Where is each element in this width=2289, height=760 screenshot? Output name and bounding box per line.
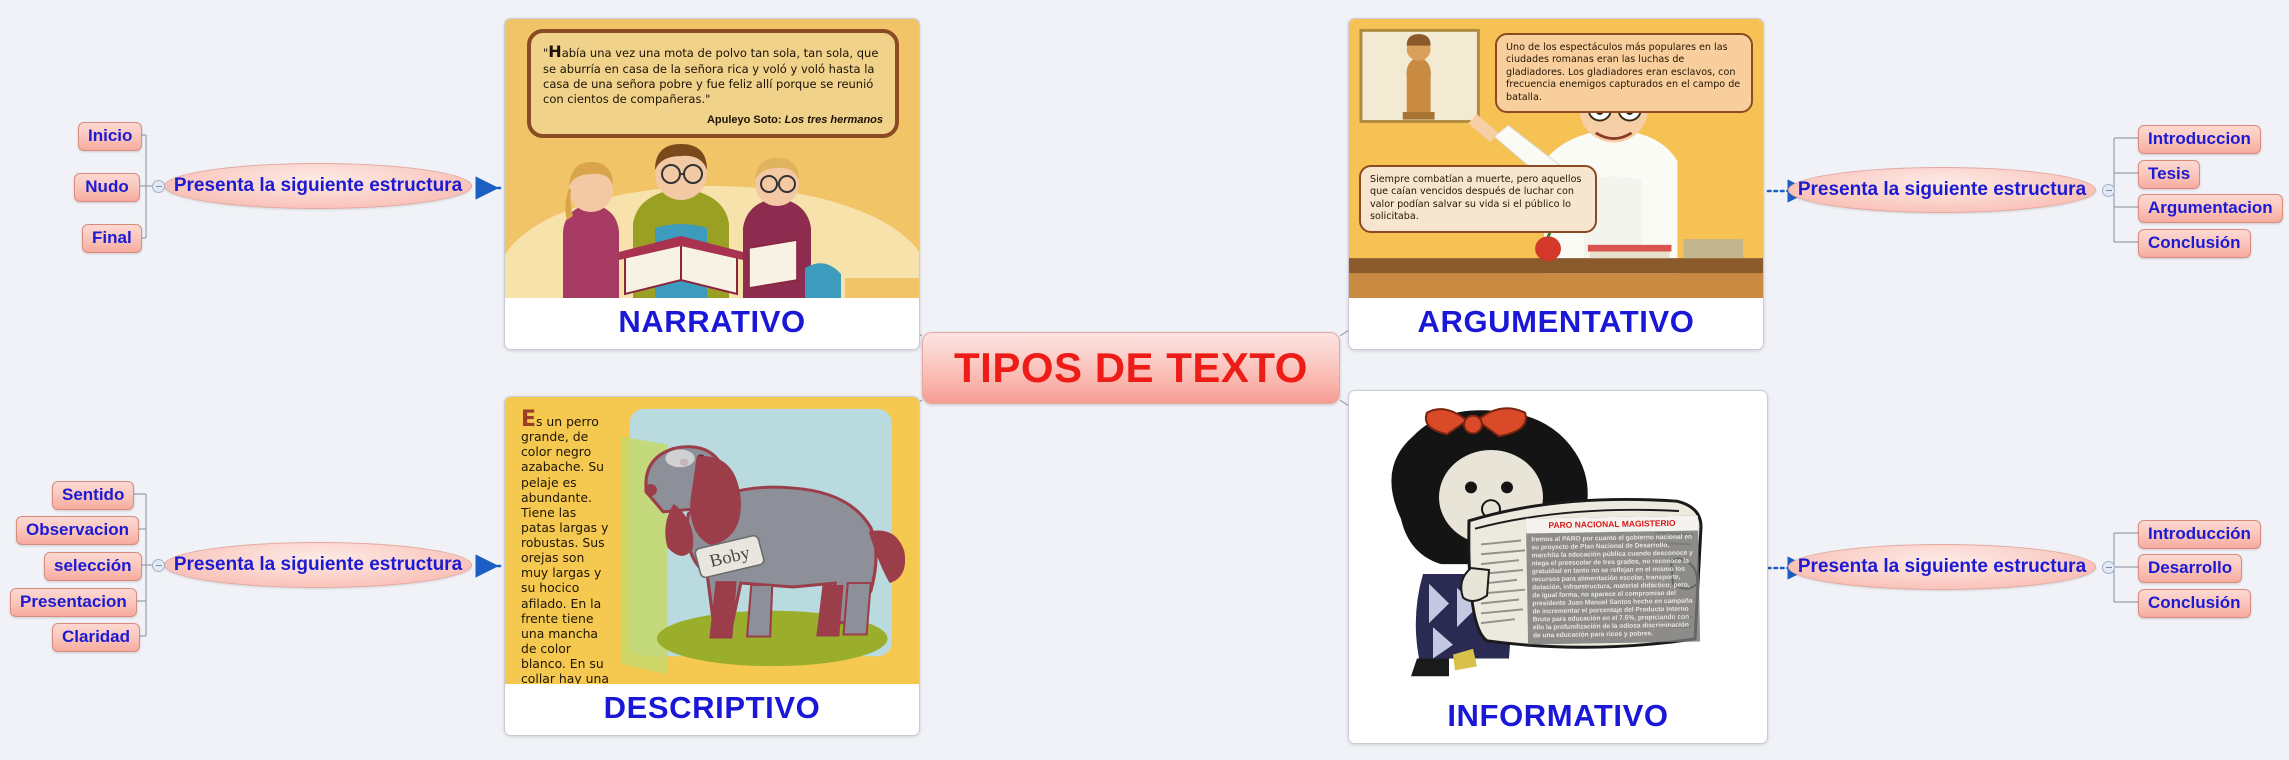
leaf-introduccion[interactable]: Introduccion: [2138, 125, 2261, 154]
branch-label-narrativo: Presenta la siguiente estructura: [173, 175, 463, 196]
branch-ellipse-descriptivo[interactable]: Presenta la siguiente estructura: [164, 542, 472, 588]
quote-dropcap: H: [548, 42, 562, 61]
leaf-inicio[interactable]: Inicio: [78, 122, 143, 151]
branch-label-descriptivo: Presenta la siguiente estructura: [173, 554, 463, 575]
newspaper-article: PARO NACIONAL MAGISTERIO Iremos al PARO …: [1525, 515, 1701, 645]
attrib-work: Los tres hermanos: [784, 113, 883, 126]
leaf-final[interactable]: Final: [82, 224, 142, 253]
descriptivo-artwork: Es un perro grande, de color negro azaba…: [505, 397, 919, 684]
card-narrativo[interactable]: "Había una vez una mota de polvo tan sol…: [504, 18, 920, 350]
branch-label-informativo: Presenta la siguiente estructura: [1797, 556, 2087, 577]
branch-ellipse-informativo[interactable]: Presenta la siguiente estructura: [1788, 544, 2096, 590]
card-title-informativo: INFORMATIVO: [1349, 692, 1767, 743]
card-descriptivo[interactable]: Es un perro grande, de color negro azaba…: [504, 396, 920, 736]
branch-ellipse-argumentativo[interactable]: Presenta la siguiente estructura: [1788, 167, 2096, 213]
descriptivo-body: s un perro grande, de color negro azabac…: [521, 414, 609, 684]
descriptivo-text: Es un perro grande, de color negro azaba…: [505, 397, 615, 685]
leaf-observacion[interactable]: Observacion: [16, 516, 139, 545]
collapse-toggle-descriptivo[interactable]: [152, 559, 165, 572]
leaf-label: Conclusión: [2148, 593, 2241, 612]
leaf-label: Desarrollo: [2148, 558, 2233, 577]
leaf-conclusion-info[interactable]: Conclusión: [2138, 589, 2251, 618]
leaf-label: Introducción: [2148, 524, 2251, 543]
leaf-label: Inicio: [88, 126, 133, 145]
card-argumentativo[interactable]: Uno de los espectáculos más populares en…: [1348, 18, 1764, 350]
leaf-introduccion-info[interactable]: Introducción: [2138, 520, 2261, 549]
mindmap-canvas: TIPOS DE TEXTO "Había una vez una mota d…: [0, 0, 2289, 760]
attrib-author: Apuleyo Soto:: [706, 113, 782, 126]
dog-illustration: Boby: [621, 408, 906, 675]
leaf-label: Tesis: [2148, 164, 2191, 183]
leaf-label: Presentacion: [20, 592, 127, 611]
leaf-label: Conclusión: [2148, 233, 2241, 252]
argumentativo-bubble-1: Uno de los espectáculos más populares en…: [1495, 33, 1753, 114]
leaf-label: Introduccion: [2148, 129, 2251, 148]
collapse-toggle-narrativo[interactable]: [152, 180, 165, 193]
leaf-nudo[interactable]: Nudo: [74, 173, 140, 202]
card-title-narrativo: NARRATIVO: [505, 298, 919, 349]
leaf-desarrollo[interactable]: Desarrollo: [2138, 554, 2243, 583]
root-node-label: TIPOS DE TEXTO: [954, 344, 1308, 391]
leaf-conclusion[interactable]: Conclusión: [2138, 229, 2251, 258]
argumentativo-artwork: Uno de los espectáculos más populares en…: [1349, 19, 1763, 298]
card-informativo[interactable]: PARO NACIONAL MAGISTERIO Iremos al PARO …: [1348, 390, 1768, 744]
leaf-claridad[interactable]: Claridad: [52, 623, 141, 652]
collapse-toggle-argumentativo[interactable]: [2102, 184, 2115, 197]
root-node[interactable]: TIPOS DE TEXTO: [922, 332, 1340, 404]
leaf-label: Final: [92, 228, 132, 247]
leaf-sentido[interactable]: Sentido: [52, 481, 135, 510]
quote-body: abía una vez una mota de polvo tan sola,…: [543, 46, 879, 106]
leaf-label: Observacion: [26, 520, 129, 539]
newspaper-body: Iremos al PARO por cuanto el gobierno na…: [1531, 533, 1693, 640]
leaf-seleccion[interactable]: selección: [44, 552, 142, 581]
narrativo-artwork: "Había una vez una mota de polvo tan sol…: [505, 19, 919, 298]
leaf-argumentacion[interactable]: Argumentacion: [2138, 194, 2283, 223]
leaf-presentacion[interactable]: Presentacion: [10, 588, 137, 617]
leaf-tesis[interactable]: Tesis: [2138, 160, 2201, 189]
card-title-descriptivo: DESCRIPTIVO: [505, 684, 919, 735]
leaf-label: selección: [54, 556, 132, 575]
collapse-toggle-informativo[interactable]: [2102, 561, 2115, 574]
narrativo-quote-text: "Había una vez una mota de polvo tan sol…: [543, 42, 883, 107]
argumentativo-bubble-2: Siempre combatían a muerte, pero aquello…: [1359, 165, 1597, 233]
branch-ellipse-narrativo[interactable]: Presenta la siguiente estructura: [164, 163, 472, 209]
informativo-artwork: PARO NACIONAL MAGISTERIO Iremos al PARO …: [1349, 391, 1767, 692]
children-reading-illustration: [505, 144, 919, 298]
leaf-label: Nudo: [85, 177, 129, 196]
narrativo-quote-bubble: "Había una vez una mota de polvo tan sol…: [527, 29, 899, 138]
leaf-label: Sentido: [62, 485, 125, 504]
card-title-argumentativo: ARGUMENTATIVO: [1349, 298, 1763, 349]
branch-label-argumentativo: Presenta la siguiente estructura: [1797, 179, 2087, 200]
narrativo-attribution: Apuleyo Soto: Los tres hermanos: [543, 114, 883, 126]
leaf-label: Claridad: [62, 627, 131, 646]
leaf-label: Argumentacion: [2148, 198, 2273, 217]
